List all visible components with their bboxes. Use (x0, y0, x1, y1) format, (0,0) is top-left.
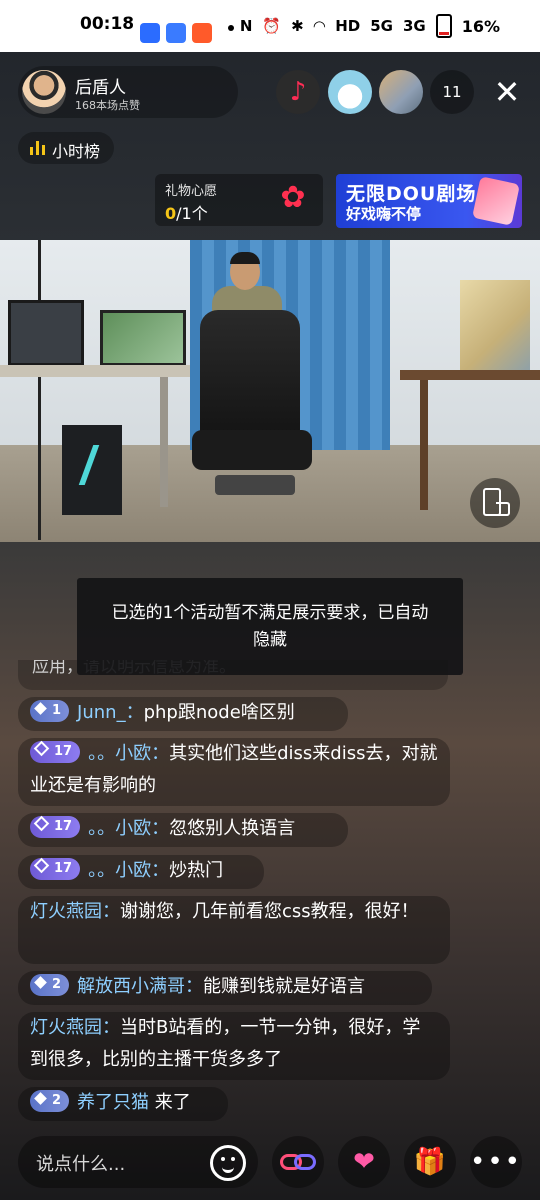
comment-user[interactable]: 。。小欧： (88, 818, 169, 839)
comment-user[interactable]: 养了只猫 (77, 1092, 149, 1113)
streamer-name: 后盾人 (75, 78, 126, 98)
nfc-icon: N (239, 17, 253, 35)
streamer-avatar[interactable] (22, 70, 66, 114)
gift-wish-target: /1个 (176, 204, 208, 223)
battery-percent: 16% (461, 16, 500, 36)
streamer-info[interactable]: 后盾人 168本场点赞 (18, 66, 238, 118)
comment-user[interactable]: Junn_： (77, 702, 144, 723)
status-bar: 00:18 N ⏰ ✱ ◠ HD 5G 3G 16% (0, 0, 540, 52)
emoji-icon[interactable] (210, 1145, 246, 1181)
more-icon: ••• (470, 1147, 523, 1177)
comment-item[interactable]: 17 。。小欧：炒热门 (18, 855, 264, 889)
comment-item[interactable]: 17 。。小欧：其实他们这些diss来diss去，对就业还是有影响的 (18, 738, 450, 806)
rank-bars-icon (30, 141, 46, 155)
signal-5g-icon: 5G (370, 17, 393, 35)
gift-wish-card[interactable]: 礼物心愿 0/1个 ✿ (155, 174, 323, 226)
comment-user[interactable]: 灯火燕园： (30, 901, 120, 922)
battery-icon (435, 14, 452, 38)
comment-item[interactable]: 灯火燕园：当时B站看的，一节一分钟，很好，学到很多，比别的主播干货多多了 (18, 1012, 450, 1080)
comment-user[interactable]: 解放西小满哥： (77, 976, 203, 997)
gift-button[interactable]: 🎁 (404, 1136, 456, 1188)
banner-subtitle: 好戏嗨不停 (346, 205, 422, 223)
comment-item[interactable]: 2 养了只猫 来了 (18, 1087, 228, 1121)
viewer-avatar[interactable] (379, 70, 423, 114)
wifi-icon: ◠ (313, 17, 326, 35)
viewer-count[interactable]: 11 (430, 70, 474, 114)
link-icon (272, 1136, 324, 1188)
comment-input[interactable]: 说点什么... (18, 1136, 258, 1188)
gift-wish-current: 0 (165, 204, 177, 223)
rose-icon: ✿ (280, 180, 306, 215)
comment-text: 能赚到钱就是好语言 (203, 976, 366, 997)
hd-icon: HD (335, 17, 361, 35)
heart-icon: ❤ (353, 1147, 375, 1177)
comment-user[interactable]: 灯火燕园： (30, 1017, 120, 1038)
comment-input-placeholder: 说点什么... (36, 1154, 126, 1175)
hourly-rank-label: 小时榜 (52, 142, 101, 161)
comment-text: 炒热门 (169, 860, 224, 881)
status-indicators: N ⏰ ✱ ◠ HD 5G 3G 16% (240, 14, 500, 38)
comment-item[interactable]: 17 。。小欧：忽悠别人换语言 (18, 813, 348, 847)
comment-item[interactable]: 1 Junn_：php跟node啥区别 (18, 697, 348, 731)
shield-icon (33, 815, 50, 832)
app-notification-icon (140, 23, 160, 43)
heart-button[interactable]: ❤ (338, 1136, 390, 1188)
level-badge: 17 (30, 740, 81, 763)
comment-text: 来了 (149, 1092, 191, 1113)
signal-3g-icon: 3G (402, 17, 426, 35)
live-video[interactable] (0, 240, 540, 542)
level-badge: 2 (30, 1090, 70, 1112)
diamond-icon (34, 976, 47, 989)
gift-wish-title: 礼物心愿 (165, 184, 218, 199)
bluetooth-icon: ✱ (291, 17, 304, 35)
level-badge: 17 (30, 857, 81, 880)
comment-user[interactable]: 。。小欧： (88, 743, 169, 764)
level-badge: 2 (30, 974, 70, 996)
shield-icon (33, 740, 50, 757)
level-badge: 1 (30, 700, 70, 722)
comment-item[interactable]: 2 解放西小满哥：能赚到钱就是好语言 (18, 971, 432, 1005)
level-badge: 17 (30, 815, 81, 838)
alarm-icon: ⏰ (262, 17, 282, 35)
rotate-screen-button[interactable] (470, 478, 520, 528)
more-button[interactable]: ••• (470, 1136, 522, 1188)
shield-icon (33, 857, 50, 874)
comment-text: 忽悠别人换语言 (169, 818, 296, 839)
streamer-likes: 168本场点赞 (75, 99, 140, 112)
diamond-icon (34, 702, 47, 715)
music-note-icon: ♪ (289, 77, 307, 107)
comment-item[interactable]: 灯火燕园：谢谢您，几年前看您css教程，很好！ (18, 896, 450, 964)
close-icon[interactable]: ✕ (490, 72, 524, 112)
banner-decoration-icon (472, 176, 520, 226)
hourly-rank-button[interactable]: 小时榜 (18, 132, 114, 164)
gift-icon: 🎁 (413, 1147, 447, 1177)
status-time: 00:18 (80, 14, 135, 34)
app-notification-icon (192, 23, 212, 43)
link-button[interactable] (272, 1136, 324, 1188)
viewer-avatar[interactable] (328, 70, 372, 114)
toast-message: 已选的1个活动暂不满足展示要求，已自动隐藏 (77, 578, 463, 675)
drama-banner[interactable]: 无限DOU剧场 好戏嗨不停 (336, 174, 522, 228)
toast-text: 已选的1个活动暂不满足展示要求，已自动隐藏 (111, 603, 429, 650)
gift-wish-count: 0/1个 (165, 200, 208, 224)
comment-text: 谢谢您，几年前看您css教程，很好！ (120, 901, 419, 922)
viewer-avatar[interactable]: ♪ (276, 70, 320, 114)
banner-title: 无限DOU剧场 (346, 183, 477, 205)
dot-icon (228, 25, 234, 31)
app-notification-icon (166, 23, 186, 43)
diamond-icon (34, 1092, 47, 1105)
comment-text: php跟node啥区别 (143, 702, 295, 723)
comment-user[interactable]: 。。小欧： (88, 860, 169, 881)
